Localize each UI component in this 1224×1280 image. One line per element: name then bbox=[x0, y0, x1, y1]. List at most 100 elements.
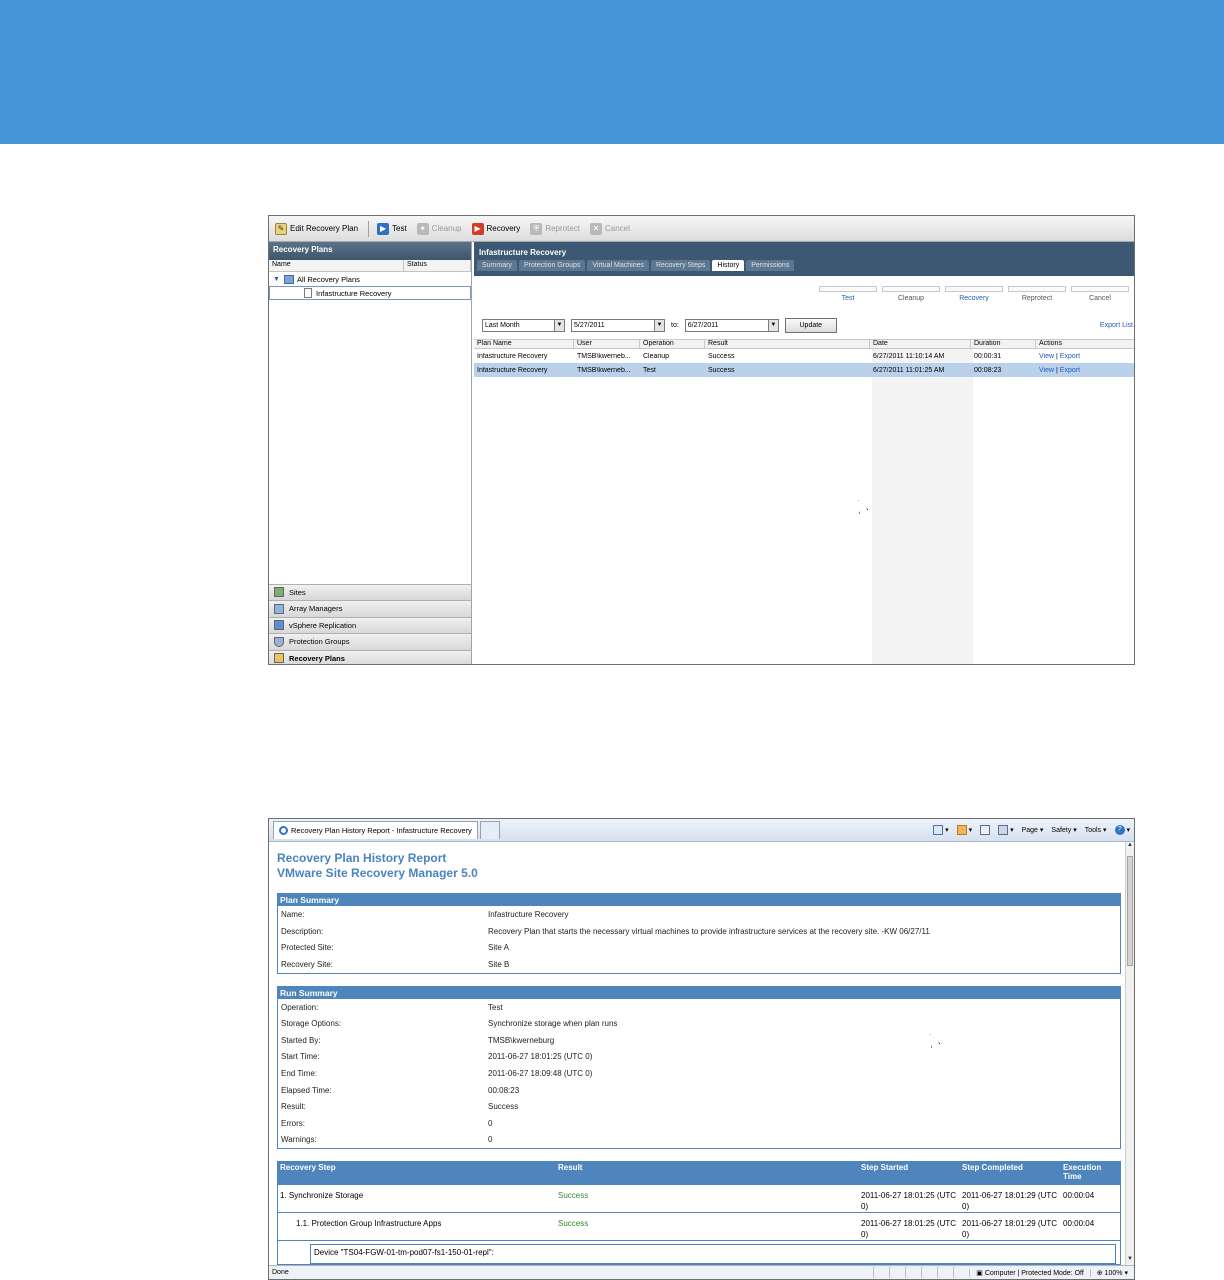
chevron-down-icon[interactable]: ▼ bbox=[767, 320, 778, 331]
export-list-link[interactable]: Export List bbox=[1100, 322, 1133, 329]
recovery-plan-icon bbox=[304, 288, 312, 298]
tree-item-all-recovery-plans[interactable]: ▼ All Recovery Plans bbox=[269, 272, 471, 286]
column-header-result[interactable]: Result bbox=[705, 340, 870, 348]
browser-tab[interactable]: Recovery Plan History Report - Infastruc… bbox=[273, 821, 478, 839]
tab-history[interactable]: History bbox=[712, 260, 745, 271]
cleanup-button[interactable]: ✦ Cleanup bbox=[416, 220, 462, 238]
device-row: Device "TS04-FGW-01-tm-pod07-fs1-150-01-… bbox=[310, 1244, 1116, 1265]
plan-summary-section: Plan Summary Name: Infastructure Recovery… bbox=[277, 893, 1121, 974]
summary-row: Protected Site: Site A bbox=[281, 943, 509, 953]
tools-menu[interactable]: Tools ▾ bbox=[1085, 826, 1107, 834]
chevron-down-icon[interactable]: ▼ bbox=[654, 320, 664, 331]
ie-logo-icon bbox=[279, 826, 288, 835]
folder-icon bbox=[283, 274, 294, 284]
column-header-name[interactable]: Name bbox=[269, 260, 404, 271]
column-header-actions[interactable]: Actions bbox=[1036, 340, 1134, 348]
from-date-select[interactable]: 5/27/2011 ▼ bbox=[571, 319, 665, 332]
steps-header-row: Recovery Step Result Step Started Step C… bbox=[278, 1162, 1120, 1186]
new-tab-button[interactable] bbox=[479, 821, 500, 839]
op-test[interactable]: Test bbox=[819, 286, 877, 302]
column-header-user[interactable]: User bbox=[574, 340, 640, 348]
summary-row: Started By: TMSB\kwerneburg bbox=[281, 1035, 555, 1045]
nav-protection-groups[interactable]: Protection Groups bbox=[269, 633, 471, 650]
safety-menu[interactable]: Safety ▾ bbox=[1051, 826, 1076, 834]
tab-permissions[interactable]: Permissions bbox=[746, 260, 795, 271]
operation-status-boxes: Test Cleanup Recovery Reprotect Cancel bbox=[814, 286, 1129, 302]
report-title: Recovery Plan History Report bbox=[277, 851, 447, 865]
tab-protection-groups[interactable]: Protection Groups bbox=[518, 260, 586, 271]
home-icon[interactable]: ▾ bbox=[933, 825, 949, 835]
summary-row: Elapsed Time: 00:08:23 bbox=[281, 1085, 520, 1095]
protection-groups-icon bbox=[274, 636, 284, 647]
page-menu[interactable]: Page ▾ bbox=[1022, 826, 1044, 834]
op-recovery[interactable]: Recovery bbox=[945, 286, 1003, 302]
feeds-icon[interactable]: ▾ bbox=[956, 825, 972, 835]
column-header-date[interactable]: Date bbox=[870, 340, 971, 348]
help-icon[interactable]: ? ▾ bbox=[1114, 825, 1130, 835]
range-select[interactable]: Last Month ▼ bbox=[482, 319, 565, 332]
status-text: Done bbox=[272, 1269, 289, 1276]
section-title: Run Summary bbox=[278, 986, 1120, 999]
header-banner bbox=[0, 0, 1224, 144]
column-header-step-started: Step Started bbox=[861, 1163, 909, 1173]
to-date-select[interactable]: 6/27/2011 ▼ bbox=[684, 319, 779, 332]
table-row[interactable]: Infastructure Recovery TMSB\kwerneb... C… bbox=[474, 349, 1134, 363]
summary-row: Name: Infastructure Recovery bbox=[281, 909, 569, 919]
nav-recovery-plans[interactable]: Recovery Plans bbox=[269, 649, 471, 664]
test-button[interactable]: ▶ Test bbox=[377, 220, 407, 238]
nav-sites[interactable]: Sites bbox=[269, 583, 471, 600]
summary-row: Errors: 0 bbox=[281, 1118, 493, 1128]
export-link[interactable]: Export bbox=[1060, 367, 1080, 374]
mail-icon[interactable] bbox=[980, 825, 991, 835]
plan-detail-panel: Infastructure Recovery Summary Protectio… bbox=[474, 242, 1134, 664]
column-header-operation[interactable]: Operation bbox=[640, 340, 705, 348]
export-link[interactable]: Export bbox=[1060, 353, 1080, 360]
tab-virtual-machines[interactable]: Virtual Machines bbox=[587, 260, 649, 271]
summary-row: Warnings: 0 bbox=[281, 1135, 493, 1145]
security-zone[interactable]: ▣ Computer | Protected Mode: Off bbox=[969, 1268, 1090, 1277]
mouse-cursor-icon bbox=[852, 498, 868, 514]
edit-recovery-plan-button[interactable]: ✎ Edit Recovery Plan bbox=[275, 220, 358, 238]
table-row[interactable]: Infastructure Recovery TMSB\kwerneb... T… bbox=[474, 363, 1134, 377]
reprotect-button[interactable]: ⛨ Reprotect bbox=[530, 220, 580, 238]
view-link[interactable]: View bbox=[1039, 367, 1054, 374]
recovery-plans-icon bbox=[274, 653, 284, 664]
recovery-button[interactable]: ▶ Recovery bbox=[471, 220, 520, 238]
scroll-thumb[interactable] bbox=[1127, 856, 1133, 966]
summary-row: Operation: Test bbox=[281, 1002, 503, 1012]
panel-title: Recovery Plans bbox=[269, 242, 471, 260]
chevron-down-icon[interactable]: ▼ bbox=[554, 320, 564, 331]
plan-tabs: Summary Protection Groups Virtual Machin… bbox=[474, 260, 1134, 271]
column-header-result: Result bbox=[558, 1163, 583, 1173]
column-header-status[interactable]: Status bbox=[404, 260, 471, 271]
zoom-level[interactable]: ⊕ 100% ▾ bbox=[1089, 1268, 1134, 1277]
recovery-plans-panel: Recovery Plans Name Status ▼ All Recover… bbox=[269, 242, 472, 664]
column-header-plan-name[interactable]: Plan Name bbox=[474, 340, 574, 348]
tab-summary[interactable]: Summary bbox=[477, 260, 517, 271]
history-filter: Last Month ▼ 5/27/2011 ▼ to: 6/27/2011 ▼ Up… bbox=[482, 318, 837, 333]
column-header-execution-time: Execution Time bbox=[1063, 1163, 1102, 1182]
scroll-up-icon[interactable]: ▲ bbox=[1126, 842, 1134, 852]
date-column-shade bbox=[872, 339, 973, 664]
summary-row: Recovery Site: Site B bbox=[281, 959, 510, 969]
browser-report-window: Recovery Plan History Report - Infastruc… bbox=[268, 818, 1135, 1280]
print-icon[interactable]: ▾ bbox=[998, 825, 1014, 835]
nav-vsphere-replication[interactable]: vSphere Replication bbox=[269, 616, 471, 633]
success-status: Success bbox=[558, 1191, 589, 1201]
array-managers-icon bbox=[274, 603, 284, 614]
success-status: Success bbox=[558, 1219, 589, 1229]
plan-header: Infastructure Recovery Summary Protectio… bbox=[474, 242, 1134, 276]
history-grid: Plan Name User Operation Result Date Dur… bbox=[474, 339, 1134, 377]
zoom-icon: ⊕ bbox=[1096, 1269, 1105, 1277]
update-button[interactable]: Update bbox=[784, 318, 837, 333]
vertical-scrollbar[interactable]: ▲ ▼ bbox=[1125, 842, 1134, 1266]
tree-item-infastructure-recovery[interactable]: Infastructure Recovery bbox=[269, 286, 471, 300]
srm-client-window: ✎ Edit Recovery Plan ▶ Test ✦ Cleanup ▶ … bbox=[268, 215, 1135, 665]
cancel-button[interactable]: ✕ Cancel bbox=[590, 220, 630, 238]
expand-triangle-icon[interactable]: ▼ bbox=[273, 276, 280, 283]
section-title: Plan Summary bbox=[278, 894, 1120, 906]
nav-array-managers[interactable]: Array Managers bbox=[269, 600, 471, 617]
column-header-duration[interactable]: Duration bbox=[971, 340, 1036, 348]
view-link[interactable]: View bbox=[1039, 353, 1054, 360]
tab-recovery-steps[interactable]: Recovery Steps bbox=[651, 260, 711, 271]
